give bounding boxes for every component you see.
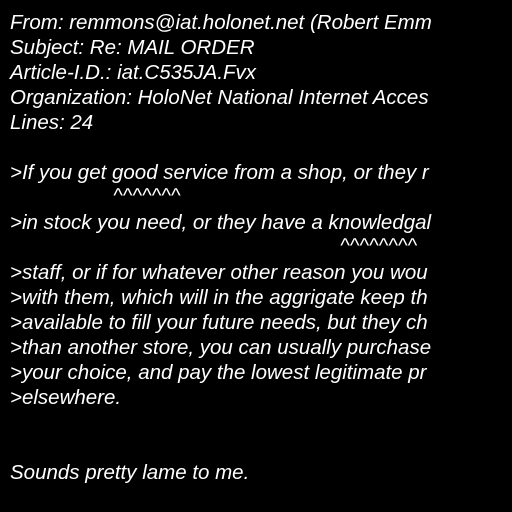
header-from: From: remmons@iat.holonet.net (Robert Em… bbox=[10, 11, 432, 34]
quoted-line-5: >available to fill your future needs, bu… bbox=[10, 311, 428, 334]
header-article-id: Article-I.D.: iat.C535JA.Fvx bbox=[10, 61, 257, 84]
message-view: From: remmons@iat.holonet.net (Robert Em… bbox=[0, 0, 512, 512]
header-subject: Subject: Re: MAIL ORDER bbox=[10, 36, 255, 59]
quoted-line-1: >If you get good service from a shop, or… bbox=[10, 161, 429, 184]
quoted-line-4: >with them, which will in the aggrigate … bbox=[10, 286, 428, 309]
header-organization: Organization: HoloNet National Internet … bbox=[10, 86, 429, 109]
quoted-line-2: >in stock you need, or they have a knowl… bbox=[10, 211, 432, 234]
quoted-line-3: >staff, or if for whatever other reason … bbox=[10, 261, 428, 284]
quoted-caret-mark-2: ^^^^^^^^ bbox=[340, 234, 417, 257]
header-lines: Lines: 24 bbox=[10, 111, 94, 134]
quoted-caret-mark-1: ^^^^^^^ bbox=[113, 184, 181, 207]
reply-text: Sounds pretty lame to me. bbox=[10, 461, 250, 484]
quoted-line-6: >than another store, you can usually pur… bbox=[10, 336, 432, 359]
quoted-line-8: >elsewhere. bbox=[10, 386, 122, 409]
quoted-line-7: >your choice, and pay the lowest legitim… bbox=[10, 361, 427, 384]
